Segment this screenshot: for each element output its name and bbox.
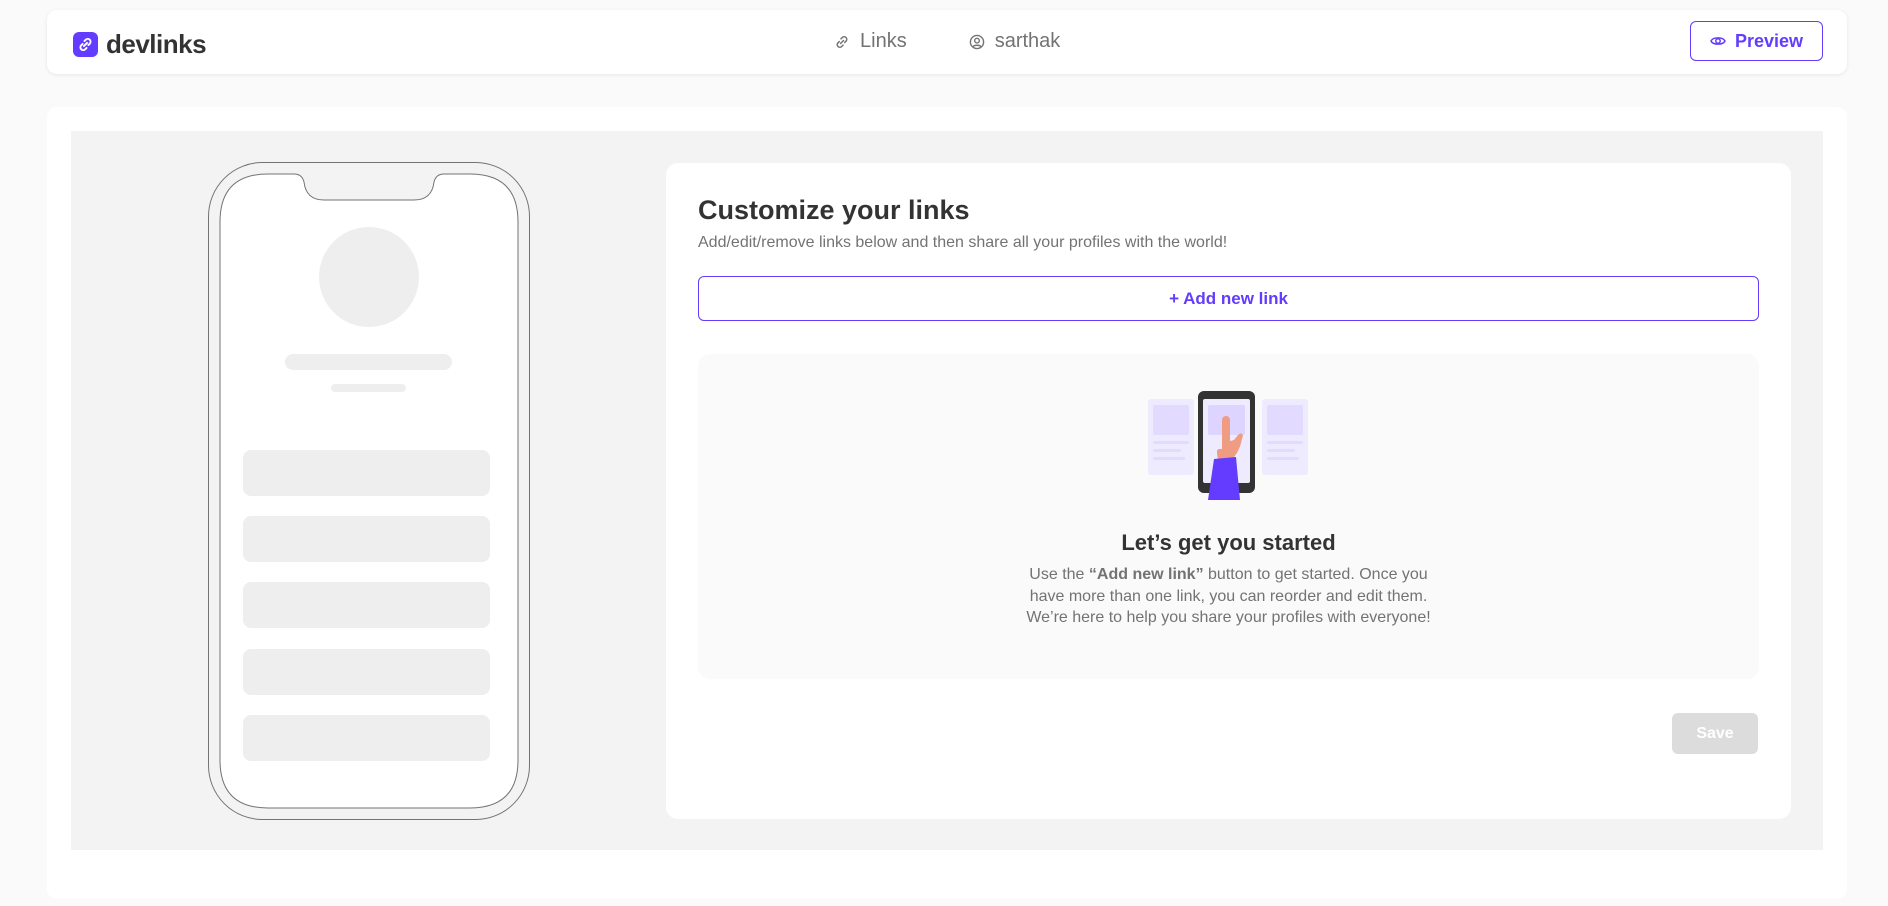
phone-mockup xyxy=(208,162,530,825)
top-navbar: devlinks Links sarthak Preview xyxy=(47,10,1847,74)
empty-state-highlight: “Add new link” xyxy=(1088,566,1204,583)
user-circle-icon xyxy=(969,34,985,49)
page-title: Customize your links xyxy=(698,195,970,225)
empty-state: Let’s get you started Use the “Add new l… xyxy=(698,354,1759,679)
nav-item-links[interactable]: Links xyxy=(834,30,907,53)
link-placeholder xyxy=(243,450,490,496)
add-new-link-button[interactable]: + Add new link xyxy=(698,276,1759,321)
link-placeholder xyxy=(243,582,490,628)
profile-avatar-placeholder xyxy=(319,227,419,327)
link-placeholder xyxy=(243,516,490,562)
nav-item-label: Links xyxy=(860,30,907,52)
eye-icon xyxy=(1710,37,1726,45)
link-icon xyxy=(836,35,848,48)
main-panel: Customize your links Add/edit/remove lin… xyxy=(47,107,1847,899)
brand-name: devlinks xyxy=(106,29,207,59)
content-area: Customize your links Add/edit/remove lin… xyxy=(71,131,1823,850)
nav-item-label: sarthak xyxy=(994,30,1061,52)
brand-logo[interactable]: devlinks xyxy=(73,29,207,60)
main-nav: Links sarthak xyxy=(834,30,1060,53)
nav-item-profile[interactable]: sarthak xyxy=(969,30,1061,53)
preview-label: Preview xyxy=(1734,30,1804,51)
link-chain-icon xyxy=(73,32,98,57)
links-editor-card: Customize your links Add/edit/remove lin… xyxy=(666,163,1791,819)
empty-state-title: Let’s get you started xyxy=(1121,530,1336,555)
empty-state-description: Use the “Add new link” button to get sta… xyxy=(1026,566,1431,626)
page-subtitle: Add/edit/remove links below and then sha… xyxy=(698,234,1228,251)
profile-email-placeholder xyxy=(331,384,406,392)
preview-button[interactable]: Preview xyxy=(1690,21,1823,61)
save-button[interactable]: Save xyxy=(1672,713,1758,754)
link-placeholder xyxy=(243,649,490,695)
profile-name-placeholder xyxy=(285,354,452,370)
hand-tapping-phone-icon xyxy=(1148,391,1308,505)
link-placeholder xyxy=(243,715,490,761)
